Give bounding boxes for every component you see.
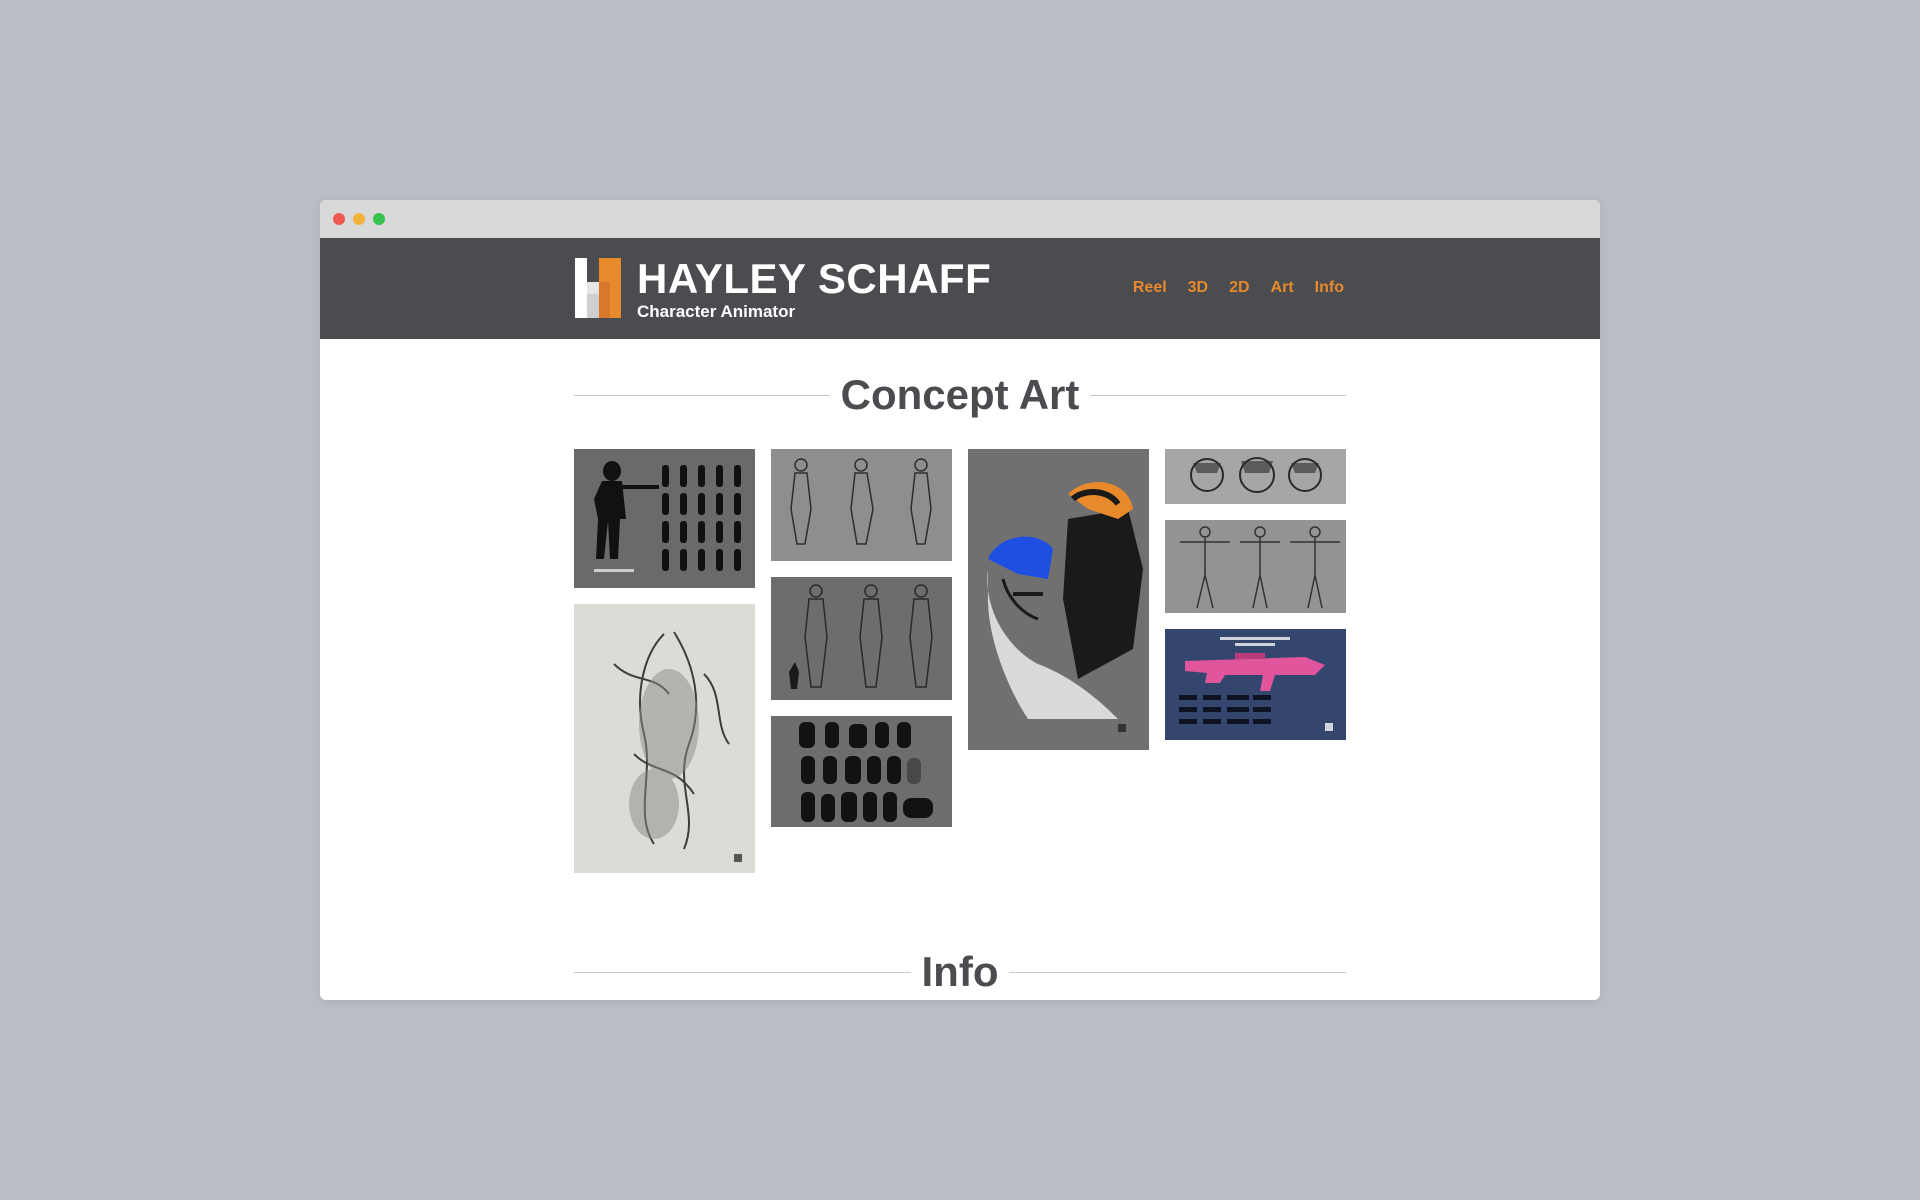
nav-link-reel[interactable]: Reel — [1133, 279, 1167, 297]
concept-art-title: Concept Art — [840, 371, 1080, 418]
main-nav: Reel 3D 2D Art Info — [1133, 279, 1344, 297]
heading-rule-right — [1090, 394, 1346, 396]
info-heading: Info — [574, 947, 1346, 997]
site-logo-icon[interactable] — [575, 258, 621, 318]
gallery-thumb-turnaround-sheet[interactable] — [1165, 520, 1346, 613]
minimize-window-button[interactable] — [353, 213, 365, 225]
browser-window: HAYLEY SCHAFF Character Animator Reel 3D… — [320, 200, 1600, 1000]
heading-rule-right — [1009, 971, 1346, 973]
concept-art-heading: Concept Art — [574, 370, 1346, 420]
gallery-thumb-blue-orange-portrait[interactable] — [968, 449, 1149, 750]
gallery-thumb-outfit-sketches[interactable] — [771, 449, 952, 561]
nav-link-2d[interactable]: 2D — [1229, 279, 1249, 297]
site-header: HAYLEY SCHAFF Character Animator Reel 3D… — [320, 238, 1600, 339]
nav-link-art[interactable]: Art — [1271, 279, 1294, 297]
gallery-thumb-scifi-figure[interactable] — [574, 604, 755, 873]
maximize-window-button[interactable] — [373, 213, 385, 225]
nav-link-info[interactable]: Info — [1315, 279, 1344, 297]
nav-link-3d[interactable]: 3D — [1188, 279, 1208, 297]
gallery-thumb-silhouette-lineup[interactable] — [574, 449, 755, 588]
gallery-thumb-pink-weapon[interactable] — [1165, 629, 1346, 740]
site-title[interactable]: HAYLEY SCHAFF — [637, 255, 991, 303]
gallery-thumb-costume-lineup[interactable] — [771, 577, 952, 700]
gallery-thumb-head-sketches[interactable] — [1165, 449, 1346, 504]
browser-titlebar — [320, 200, 1600, 238]
gallery-thumb-creature-silhouettes[interactable] — [771, 716, 952, 827]
close-window-button[interactable] — [333, 213, 345, 225]
heading-rule-left — [574, 971, 911, 973]
info-title: Info — [921, 948, 999, 995]
heading-rule-left — [574, 394, 830, 396]
site-subtitle: Character Animator — [637, 302, 796, 321]
